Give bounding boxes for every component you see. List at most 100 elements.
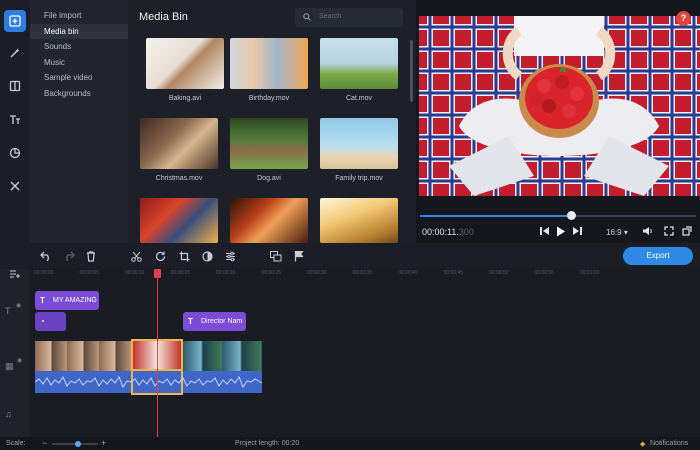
media-thumbnail-birthday[interactable] <box>230 38 308 89</box>
adjust-icon[interactable] <box>225 251 236 262</box>
media-label-dog: Dog.avi <box>257 175 281 182</box>
delete-icon[interactable] <box>86 251 96 262</box>
transitions-icon[interactable] <box>4 75 26 97</box>
time-ms: 300 <box>458 227 474 237</box>
title-clip-label: Director Nam <box>201 318 243 325</box>
playback-progress-bar[interactable] <box>420 215 696 217</box>
media-bin-scrollbar[interactable] <box>410 40 413 102</box>
sticker-clip-icon: ◔ <box>40 317 45 326</box>
media-label-birthday: Birthday.mov <box>248 95 290 102</box>
help-button[interactable]: ? <box>676 11 691 26</box>
chevron-down-icon: ▾ <box>623 228 628 237</box>
category-panel: File import Media bin Sounds Music Sampl… <box>30 0 128 243</box>
title-track-icon: T <box>5 306 11 316</box>
ruler-tick: 00:00:15 <box>170 270 190 276</box>
media-thumbnail-concert[interactable] <box>230 198 308 243</box>
progress-fill <box>420 215 572 217</box>
volume-icon[interactable] <box>642 226 654 236</box>
search-placeholder: Search <box>319 13 342 20</box>
sticker-clip[interactable]: ◔ <box>35 312 66 331</box>
media-bin-title: Media Bin <box>139 11 188 23</box>
status-bar: Scale: − + Project length: 00:20 ◆ Notif… <box>0 437 700 450</box>
title-clip-icon: T <box>188 317 193 326</box>
playhead-handle[interactable] <box>154 269 161 278</box>
color-icon[interactable] <box>202 251 213 262</box>
video-clip-waterfall[interactable] <box>183 341 262 371</box>
playback-time: 00:00:11.300 <box>422 227 474 237</box>
magic-wand-icon[interactable] <box>4 42 26 64</box>
time-main: 00:00:11. <box>422 227 459 237</box>
media-thumbnail-sports[interactable] <box>140 198 218 243</box>
eye-icon[interactable]: ◉ <box>16 302 21 309</box>
ruler-tick: 00:00:10 <box>125 270 145 276</box>
media-thumbnail-cat[interactable] <box>320 38 398 89</box>
aspect-ratio-value: 16:9 <box>606 228 622 237</box>
search-icon <box>303 13 311 21</box>
playhead-line <box>157 269 158 437</box>
tool-rail <box>0 0 30 243</box>
media-thumbnail-dog[interactable] <box>230 118 308 169</box>
crop-icon[interactable] <box>179 251 190 262</box>
category-file-import[interactable]: File import <box>30 8 128 24</box>
editing-toolbar <box>0 243 700 269</box>
tools-icon[interactable] <box>4 175 26 197</box>
speaker-icon[interactable]: ◉ <box>17 357 22 364</box>
scale-slider-knob[interactable] <box>75 441 81 447</box>
project-length: Project length: 00:20 <box>235 440 300 447</box>
media-label-family-trip: Family trip.mov <box>335 175 383 182</box>
skip-back-icon[interactable] <box>540 226 551 236</box>
marker-icon[interactable] <box>294 251 304 262</box>
media-thumbnail-family-trip[interactable] <box>320 118 398 169</box>
media-thumbnail-baking[interactable] <box>146 38 224 89</box>
timeline-ruler[interactable]: 00:00:00 00:00:05 00:00:10 00:00:15 00:0… <box>30 269 700 281</box>
ruler-tick: 00:00:40 <box>398 270 418 276</box>
play-icon[interactable] <box>556 226 566 237</box>
import-icon[interactable] <box>4 10 26 32</box>
ruler-tick: 00:00:45 <box>443 270 463 276</box>
title-clip-director-name[interactable]: T Director Nam <box>183 312 246 331</box>
cut-icon[interactable] <box>131 251 142 262</box>
scale-label: Scale: <box>6 440 26 447</box>
zoom-out-icon[interactable]: − <box>42 438 47 448</box>
notifications-label[interactable]: Notifications <box>650 440 688 447</box>
ruler-tick: 00:00:00 <box>34 270 54 276</box>
fullscreen-icon[interactable] <box>664 226 674 236</box>
zoom-in-icon[interactable]: + <box>101 438 106 448</box>
title-clip-my-amazing[interactable]: T MY AMAZING <box>35 291 99 310</box>
redo-icon[interactable] <box>63 251 75 261</box>
title-clip-icon: T <box>40 296 45 305</box>
undo-icon[interactable] <box>40 251 52 261</box>
category-music[interactable]: Music <box>30 55 128 71</box>
ruler-tick: 00:00:30 <box>307 270 327 276</box>
overlay-icon[interactable] <box>270 251 282 262</box>
skip-forward-icon[interactable] <box>571 226 582 236</box>
titles-icon[interactable] <box>4 109 26 131</box>
rotate-icon[interactable] <box>155 251 166 262</box>
ruler-tick: 00:01:00 <box>580 270 600 276</box>
category-backgrounds[interactable]: Backgrounds <box>30 86 128 102</box>
video-editor-app: File import Media bin Sounds Music Sampl… <box>0 0 700 450</box>
ruler-tick: 00:00:35 <box>352 270 372 276</box>
export-button[interactable]: Export <box>623 247 693 265</box>
media-thumbnail-christmas[interactable] <box>140 118 218 169</box>
notifications-icon[interactable]: ◆ <box>640 440 645 448</box>
media-thumbnail-sunset[interactable] <box>320 198 398 243</box>
category-media-bin[interactable]: Media bin <box>30 23 128 39</box>
video-track-icon: ▦ <box>5 361 14 371</box>
track-headers: T ◉ ▦ ◉ ♫ <box>0 269 30 437</box>
ruler-tick: 00:00:25 <box>261 270 281 276</box>
video-preview[interactable] <box>419 16 700 196</box>
aspect-ratio-select[interactable]: 16:9 ▾ <box>606 228 628 237</box>
add-track-icon[interactable] <box>9 269 21 279</box>
music-track-icon: ♫ <box>5 409 12 419</box>
media-label-baking: Baking.avi <box>168 95 202 102</box>
category-sample-video[interactable]: Sample video <box>30 70 128 86</box>
video-clip-birthday[interactable] <box>35 341 132 371</box>
stickers-icon[interactable] <box>4 142 26 164</box>
title-clip-label: MY AMAZING <box>53 297 97 304</box>
detach-icon[interactable] <box>682 226 692 236</box>
search-input[interactable]: Search <box>295 8 403 27</box>
ruler-tick: 00:00:20 <box>216 270 236 276</box>
audio-waveform <box>35 375 262 389</box>
category-sounds[interactable]: Sounds <box>30 39 128 55</box>
